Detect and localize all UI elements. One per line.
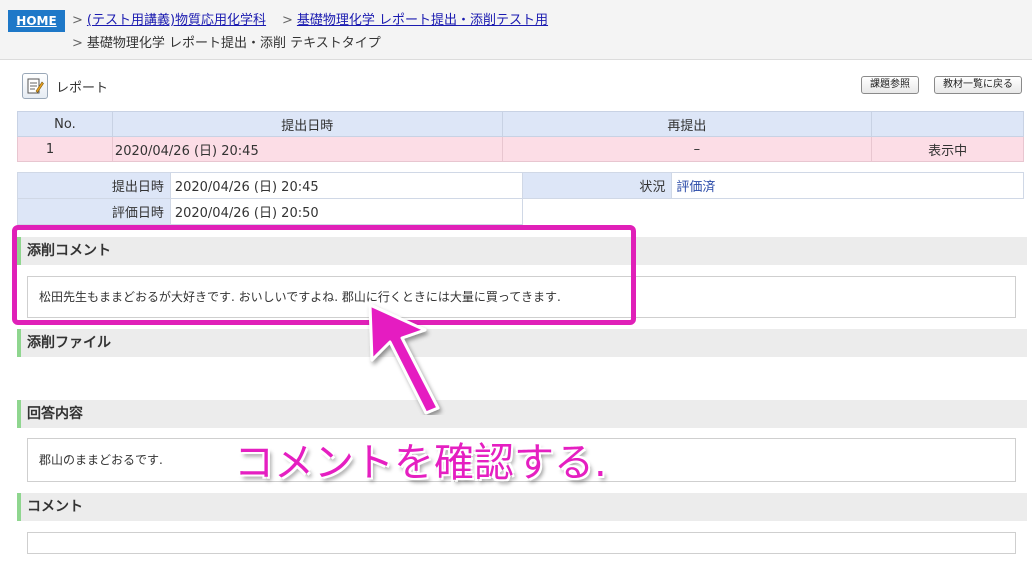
breadcrumb-assignment-link[interactable]: 基礎物理化学 レポート提出・添削テスト用 <box>297 13 548 28</box>
evaluated-value: 2020/04/26 (日) 20:50 <box>169 198 523 225</box>
breadcrumb-separator: > <box>72 13 83 28</box>
submission-detail: 提出日時 2020/04/26 (日) 20:45 状況 評価済 評価日時 20… <box>17 172 1024 225</box>
breadcrumb-course-link[interactable]: (テスト用講義)物質応用化学科 <box>87 13 266 28</box>
back-to-materials-button[interactable]: 教材一覧に戻る <box>934 76 1022 94</box>
view-assignment-button[interactable]: 課題参照 <box>861 76 919 94</box>
breadcrumb: HOME > (テスト用講義)物質応用化学科 > 基礎物理化学 レポート提出・添削テ… <box>0 0 1032 60</box>
report-title: レポート <box>56 80 109 96</box>
submitted-label: 提出日時 <box>17 172 171 199</box>
status-label: 状況 <box>521 172 673 199</box>
evaluated-label: 評価日時 <box>17 198 171 225</box>
column-header-resubmit: 再提出 <box>501 111 873 137</box>
table-row[interactable]: 1 2020/04/26 (日) 20:45 – 表示中 <box>17 136 1024 162</box>
breadcrumb-assignment: > 基礎物理化学 レポート提出・添削テスト用 <box>282 12 548 30</box>
detail-empty-cell <box>522 198 672 225</box>
submission-table: No. 提出日時 再提出 1 2020/04/26 (日) 20:45 – 表示… <box>17 111 1024 162</box>
submitted-value: 2020/04/26 (日) 20:45 <box>169 172 523 199</box>
row-date-text: 2020/04/26 (日) 20:45 <box>114 143 259 159</box>
breadcrumb-separator: > <box>282 13 293 28</box>
comment-heading: コメント <box>17 493 1027 521</box>
row-resubmit: – <box>501 136 873 162</box>
annotation-highlight-box <box>12 225 636 325</box>
annotation-callout: コメントを確認する. <box>234 440 607 486</box>
column-header-date: 提出日時 <box>111 111 503 137</box>
breadcrumb-current-label: 基礎物理化学 レポート提出・添削 テキストタイプ <box>86 36 381 51</box>
row-no: 1 <box>17 136 113 162</box>
detail-empty-cell <box>671 198 1024 225</box>
detail-row: 提出日時 2020/04/26 (日) 20:45 状況 評価済 <box>17 172 1024 199</box>
row-date: 2020/04/26 (日) 20:45 <box>111 136 503 162</box>
table-header-row: No. 提出日時 再提出 <box>17 111 1024 137</box>
report-icon <box>22 73 48 99</box>
detail-row: 評価日時 2020/04/26 (日) 20:50 <box>17 198 1024 225</box>
answer-heading: 回答内容 <box>17 400 1027 428</box>
row-status: 表示中 <box>871 136 1024 162</box>
annotation-arrow-icon <box>368 303 440 415</box>
column-header-status <box>871 111 1024 137</box>
breadcrumb-course: > (テスト用講義)物質応用化学科 <box>72 12 266 30</box>
home-link[interactable]: HOME <box>8 10 65 32</box>
breadcrumb-separator: > <box>72 36 83 51</box>
report-header: レポート <box>22 73 108 99</box>
comment-box <box>27 532 1016 554</box>
status-value: 評価済 <box>671 172 1024 199</box>
correction-file-heading: 添削ファイル <box>17 329 1027 357</box>
breadcrumb-current: > 基礎物理化学 レポート提出・添削 テキストタイプ <box>72 35 381 53</box>
column-header-no: No. <box>17 111 113 137</box>
